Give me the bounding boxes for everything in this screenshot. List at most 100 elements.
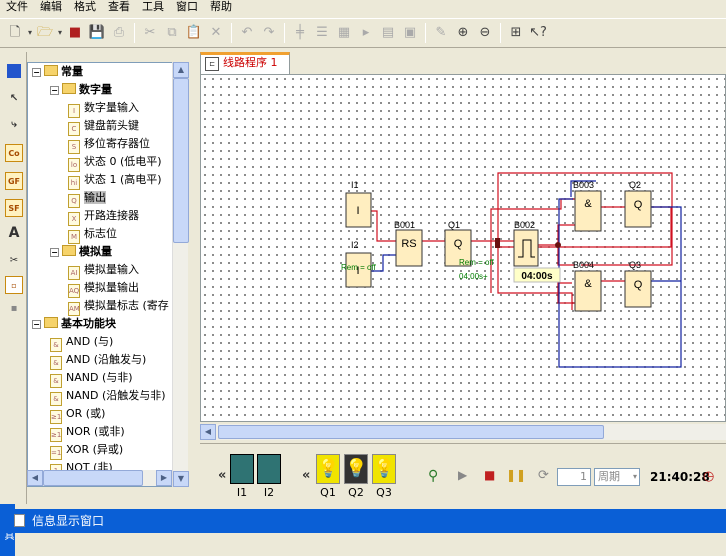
collapse-inputs-icon[interactable]: «: [218, 468, 226, 483]
close-file-icon[interactable]: ■: [64, 22, 86, 44]
menu-edit[interactable]: 编辑: [34, 0, 68, 15]
pen-icon[interactable]: ✎: [430, 22, 452, 44]
cut-icon[interactable]: ✂: [139, 22, 161, 44]
redo-icon[interactable]: ↷: [258, 22, 280, 44]
collapse-toggle-icon[interactable]: −: [50, 86, 59, 95]
menu-view[interactable]: 查看: [102, 0, 136, 15]
circuit-canvas[interactable]: I I1 I I2 Rem = off RS B001 Q Q1 Rem = o…: [200, 74, 726, 422]
tree-item[interactable]: lo 状态 0 (低电平): [68, 153, 162, 172]
tree-horizontal-scrollbar[interactable]: ◀ ▶: [27, 470, 172, 486]
scroll-left-icon[interactable]: ◀: [200, 424, 216, 440]
basic-function-icon[interactable]: GF: [5, 172, 23, 190]
scroll-left-icon[interactable]: ◀: [27, 470, 43, 486]
scroll-thumb[interactable]: [218, 425, 604, 439]
tree-folder[interactable]: − 模拟量: [50, 243, 112, 261]
tab-circuit-program[interactable]: ⊏ 线路程序 1: [200, 52, 290, 74]
align-icon[interactable]: ☰: [311, 22, 333, 44]
split-connection-icon[interactable]: ╪: [289, 22, 311, 44]
scroll-up-icon[interactable]: ▲: [173, 62, 189, 78]
transfer-icon[interactable]: ▤: [377, 22, 399, 44]
collapse-toggle-icon[interactable]: −: [32, 320, 41, 329]
pause-icon[interactable]: ❚❚: [506, 468, 526, 482]
tree-folder[interactable]: − 常量: [32, 63, 83, 81]
step-cycle-icon[interactable]: ⟳: [538, 468, 549, 483]
block-type-icon: lo: [68, 158, 80, 172]
canvas-horizontal-scrollbar[interactable]: ◀: [200, 424, 726, 440]
online-test-icon[interactable]: ▪: [5, 300, 23, 318]
text-tool-icon[interactable]: A: [5, 224, 23, 242]
tree-item[interactable]: AI 模拟量输入: [68, 261, 139, 280]
clock-icon[interactable]: ◷: [703, 469, 714, 484]
tree-item[interactable]: X 开路连接器: [68, 207, 139, 226]
tree-item[interactable]: =1 XOR (异或): [50, 441, 123, 460]
tree-item[interactable]: AQ 模拟量输出: [68, 279, 139, 298]
constants-tool-icon[interactable]: [7, 64, 21, 78]
delete-icon[interactable]: ✕: [205, 22, 227, 44]
special-function-icon[interactable]: SF: [5, 199, 23, 217]
scroll-thumb[interactable]: [173, 78, 189, 243]
tree-item[interactable]: M 标志位: [68, 225, 117, 244]
info-window-bar[interactable]: 信息显示窗口: [0, 509, 726, 533]
paste-icon[interactable]: 📋: [183, 22, 205, 44]
tree-vertical-scrollbar[interactable]: ▲ ▼: [172, 62, 189, 487]
open-folder-icon[interactable]: 🗁: [34, 22, 56, 44]
select-arrow-icon[interactable]: ↖: [5, 90, 23, 108]
tree-item[interactable]: ≥1 NOR (或非): [50, 423, 125, 442]
tree-item[interactable]: ≥1 OR (或): [50, 405, 105, 424]
input-switch-i2[interactable]: [257, 454, 281, 484]
simulation-run-icon[interactable]: ▸: [355, 22, 377, 44]
tree-item-label: 标志位: [84, 227, 117, 240]
tree-item-label: 基本功能块: [61, 317, 116, 330]
simulation-tool-icon[interactable]: ▫: [5, 276, 23, 294]
block-type-icon: &: [50, 356, 62, 370]
dropdown-arrow-icon[interactable]: ▾: [56, 22, 64, 44]
module-icon[interactable]: ▣: [399, 22, 421, 44]
dropdown-arrow-icon[interactable]: ▾: [26, 22, 34, 44]
scroll-down-icon[interactable]: ▼: [173, 471, 189, 487]
tree-folder[interactable]: − 基本功能块: [32, 315, 116, 333]
grid-view-icon[interactable]: ⊞: [505, 22, 527, 44]
zoom-in-icon[interactable]: ⊕: [452, 22, 474, 44]
tree-item[interactable]: AM 模拟量标志 (寄存: [68, 297, 169, 316]
play-icon[interactable]: ▶: [458, 468, 467, 482]
scroll-thumb[interactable]: [43, 470, 143, 486]
copy-icon[interactable]: ⧉: [161, 22, 183, 44]
block-type-icon: &: [50, 392, 62, 406]
cycle-unit-select[interactable]: 周期 ▾: [594, 468, 640, 486]
connect-tool-icon[interactable]: ⤷: [5, 116, 23, 134]
constant-block-icon[interactable]: Co: [5, 144, 23, 162]
collapse-toggle-icon[interactable]: −: [50, 248, 59, 257]
tab-label: 线路程序 1: [223, 56, 278, 69]
zoom-out-icon[interactable]: ⊖: [474, 22, 496, 44]
scroll-right-icon[interactable]: ▶: [156, 470, 172, 486]
menu-help[interactable]: 帮助: [204, 0, 238, 15]
tree-item[interactable]: & NAND (与非): [50, 369, 133, 388]
tree-item[interactable]: I 数字量输入: [68, 99, 139, 118]
stop-icon[interactable]: ■: [484, 468, 495, 482]
tree-item[interactable]: hi 状态 1 (高电平): [68, 171, 162, 190]
tree-item[interactable]: & AND (与): [50, 333, 113, 352]
tree-item[interactable]: & AND (沿触发与): [50, 351, 146, 370]
menu-tools[interactable]: 工具: [136, 0, 170, 15]
menu-window[interactable]: 窗口: [170, 0, 204, 15]
block-i2-label: I2: [351, 240, 359, 250]
input-switch-i1[interactable]: [230, 454, 254, 484]
menu-file[interactable]: 文件: [0, 0, 34, 15]
collapse-toggle-icon[interactable]: −: [32, 68, 41, 77]
tree-folder[interactable]: − 数字量: [50, 81, 112, 99]
tree-item[interactable]: C 键盘箭头键: [68, 117, 139, 136]
tree-item[interactable]: & NAND (沿触发与非): [50, 387, 166, 406]
print-icon[interactable]: ⎙: [108, 22, 130, 44]
new-file-icon[interactable]: 🗋: [4, 22, 26, 44]
help-pointer-icon[interactable]: ↖?: [527, 22, 549, 44]
menu-format[interactable]: 格式: [68, 0, 102, 15]
undo-icon[interactable]: ↶: [236, 22, 258, 44]
save-icon[interactable]: 💾: [86, 22, 108, 44]
tree-item[interactable]: Q 输出: [68, 189, 106, 208]
collapse-outputs-icon[interactable]: «: [302, 468, 310, 483]
tree-item[interactable]: S 移位寄存器位: [68, 135, 150, 154]
arrange-icon[interactable]: ▦: [333, 22, 355, 44]
cycle-count-input[interactable]: 1: [557, 468, 591, 486]
scissors-connector-icon[interactable]: ✂: [5, 252, 23, 270]
network-connect-icon[interactable]: ⚲: [428, 468, 438, 484]
